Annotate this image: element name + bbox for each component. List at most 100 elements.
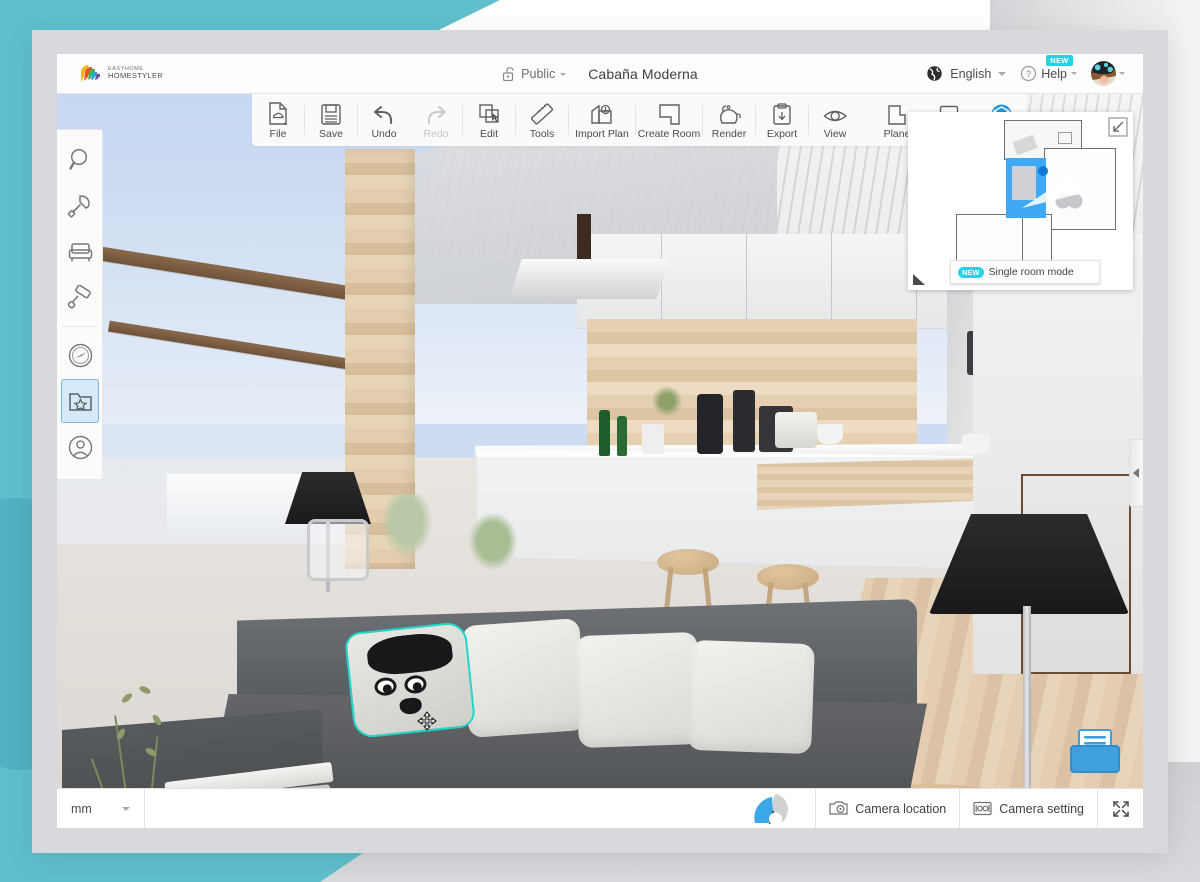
camera-location-label: Camera location (855, 802, 946, 816)
minimap-sofa-symbol (1012, 166, 1036, 200)
minimap-room-bottom-left (956, 214, 1024, 264)
toolbar-render-label: Render (712, 128, 746, 140)
face-eye-left (374, 676, 398, 696)
toolbar-create-room-button[interactable]: Create Room (636, 94, 702, 146)
minimap-tooltip: NEW Single room mode (950, 260, 1100, 284)
viewport-3d[interactable]: NEW Single room mode (57, 94, 1143, 788)
toolbar-render-button[interactable]: Render (703, 94, 755, 146)
toolbar-save-button[interactable]: Save (305, 94, 357, 146)
toolbar-tools-label: Tools (530, 128, 555, 140)
collapse-corner-icon[interactable] (1108, 117, 1128, 137)
chevron-down-icon (122, 807, 130, 811)
sidebar-item-account[interactable] (61, 425, 99, 469)
chevron-down-icon (998, 72, 1006, 76)
armchair-icon (67, 239, 94, 266)
scene-canister (642, 424, 664, 454)
unlocked-padlock-icon (502, 66, 516, 82)
sidebar-item-materials[interactable] (61, 276, 99, 320)
scene-lamp-pole (1023, 606, 1031, 788)
clipboard-download-icon (771, 101, 793, 126)
command-input[interactable] (145, 789, 737, 828)
toolbar-import-plan-label: Import Plan (575, 128, 629, 140)
cushion-face-graphic (353, 630, 468, 731)
scene-stand-mixer (697, 394, 723, 454)
toolbar-view-button[interactable]: View (809, 94, 861, 146)
toolbar-view-label: View (824, 128, 847, 140)
chevron-down-icon (1071, 72, 1077, 75)
face-hair (365, 631, 453, 677)
sidebar-item-search[interactable] (61, 138, 99, 182)
scene-plant-left (105, 679, 175, 788)
chevron-down-icon (560, 73, 566, 76)
fullscreen-button[interactable] (1097, 789, 1143, 828)
minimap-floorplan (918, 118, 1123, 254)
face-eye-right (403, 675, 427, 695)
redo-arrow-icon (424, 101, 448, 126)
left-toolbar (57, 129, 103, 480)
toolbar-save-label: Save (319, 128, 343, 140)
help-menu[interactable]: ? Help NEW (1020, 65, 1077, 82)
camera-location-button[interactable]: Camera location (815, 789, 959, 828)
language-selector[interactable]: English (926, 65, 1006, 82)
top-bar-right: English ? Help NEW (926, 61, 1125, 86)
scene-cushion-2 (575, 632, 701, 748)
toolbar-export-button[interactable]: Export (756, 94, 808, 146)
cloud-document-icon (267, 101, 289, 126)
toolbar-undo-button[interactable]: Undo (358, 94, 410, 146)
privacy-selector[interactable]: Public (502, 66, 566, 82)
svg-text:?: ? (1026, 69, 1031, 79)
privacy-label: Public (521, 67, 555, 81)
app-logo[interactable]: EASYHOME HOMESTYLER (79, 64, 163, 83)
minimap-panel[interactable]: NEW Single room mode (908, 112, 1133, 290)
scene-range-hood (509, 259, 669, 299)
minimap-room-bottom-right (1022, 214, 1052, 264)
sidebar-item-furniture[interactable] (61, 230, 99, 274)
chevron-left-icon (1133, 468, 1140, 478)
navigation-wheel[interactable] (737, 789, 815, 828)
scene-floor-lamp-large (929, 514, 1129, 614)
right-panel-toggle[interactable] (1129, 439, 1143, 507)
bottom-bar: mm (57, 788, 1143, 828)
floppy-disk-icon (320, 101, 342, 126)
ruler-icon (531, 101, 554, 126)
toolbar-edit-button[interactable]: Edit (463, 94, 515, 146)
toolbar-redo-button[interactable]: Redo (410, 94, 462, 146)
import-plan-icon (590, 101, 614, 126)
scene-floor-lamp-small (285, 472, 371, 524)
page-title: Cabaña Moderna (588, 66, 698, 82)
selected-object-cushion[interactable] (344, 621, 476, 739)
toolbar-file-label: File (270, 128, 287, 140)
camera-setting-button[interactable]: Camera setting (959, 789, 1097, 828)
homestyler-fan-icon (79, 64, 101, 83)
room-shape-icon (658, 101, 681, 126)
globe-icon (926, 65, 943, 82)
fullscreen-expand-icon (1112, 800, 1130, 818)
camera-location-icon (829, 800, 848, 817)
sidebar-item-favorites[interactable] (61, 379, 99, 423)
application-window: EASYHOME HOMESTYLER Public Cabaña Modern… (57, 54, 1143, 828)
user-menu[interactable] (1091, 61, 1125, 86)
minimap-tooltip-text: Single room mode (989, 266, 1074, 278)
scene-hood-pipe (577, 214, 591, 264)
device-frame: EASYHOME HOMESTYLER Public Cabaña Modern… (32, 30, 1168, 853)
toolbar-undo-label: Undo (371, 128, 396, 140)
eye-icon (823, 101, 848, 126)
toolbar-tools-button[interactable]: Tools (516, 94, 568, 146)
chevron-down-icon (1119, 72, 1125, 75)
copy-cursor-icon (478, 101, 501, 126)
toolbar-gap (861, 94, 871, 146)
scene-cup-a (817, 424, 843, 444)
resize-handle-icon[interactable] (912, 272, 926, 286)
plane-view-icon (886, 101, 908, 126)
scene-plant-kitchen (465, 514, 521, 574)
unit-label: mm (71, 802, 92, 816)
sidebar-item-compass[interactable] (61, 333, 99, 377)
minimap-camera-marker[interactable] (1038, 166, 1048, 176)
toolbar-file-button[interactable]: File (252, 94, 304, 146)
avatar (1091, 61, 1116, 86)
sidebar-item-build[interactable] (61, 184, 99, 228)
navigation-wheel-icon (745, 792, 807, 826)
toolbar-import-plan-button[interactable]: Import Plan (569, 94, 635, 146)
inbox-tray-button[interactable] (1069, 728, 1121, 774)
unit-selector[interactable]: mm (57, 789, 145, 828)
